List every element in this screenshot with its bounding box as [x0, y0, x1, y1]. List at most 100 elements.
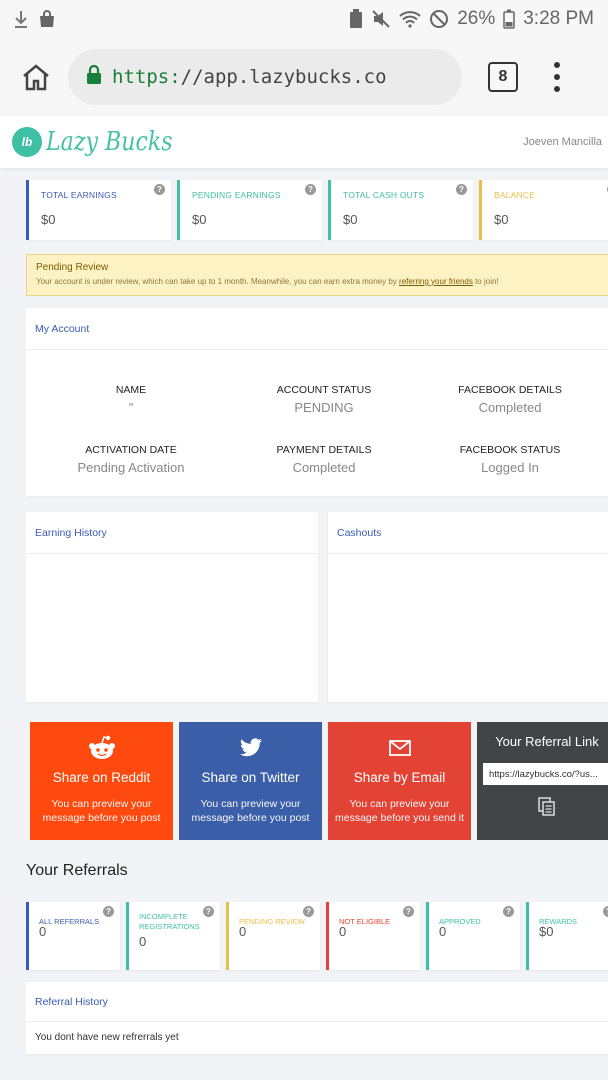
stat-label: PENDING EARNINGS [192, 190, 281, 200]
referral-history-empty: You dont have new refrerrals yet [35, 1032, 179, 1043]
help-icon[interactable]: ? [403, 906, 414, 917]
site-logo[interactable]: lb Lazy Bucks [12, 127, 195, 157]
logo-mark-icon: lb [12, 127, 42, 157]
twitter-icon [179, 734, 322, 762]
help-icon[interactable]: ? [154, 184, 165, 195]
my-account-card: My Account NAME " ACCOUNT STATUS PENDING… [26, 308, 608, 496]
referral-history-card: Referral History You dont have new refre… [26, 982, 608, 1054]
share-options: Share on Reddit You can preview your mes… [30, 722, 608, 840]
card-title: My Account [26, 308, 608, 350]
copy-link-button[interactable] [483, 797, 608, 817]
stat-label: BALANCE [494, 190, 536, 200]
field-label: PAYMENT DETAILS [276, 444, 372, 456]
field-value: Logged In [481, 460, 539, 475]
field-value: " [128, 400, 134, 415]
help-icon[interactable]: ? [305, 184, 316, 195]
share-description: You can preview your message before you … [42, 798, 161, 824]
user-menu[interactable]: Joeven Mancilla [523, 136, 602, 148]
do-not-disturb-icon [429, 9, 449, 29]
earnings-stats: TOTAL EARNINGS $0 ? PENDING EARNINGS $0 … [26, 180, 608, 240]
ref-stat-pending: PENDING REVIEW 0 ? [226, 902, 320, 970]
ref-stat-not-eligible: NOT ELIGIBLE 0 ? [326, 902, 420, 970]
mute-icon [371, 9, 391, 29]
field-value: Pending Activation [77, 460, 185, 475]
reddit-icon [30, 734, 173, 762]
account-field-facebook-details: FACEBOOK DETAILS Completed [412, 384, 608, 416]
dot-icon [554, 62, 560, 68]
share-reddit-button[interactable]: Share on Reddit You can preview your mes… [30, 722, 173, 840]
stat-value: $0 [343, 212, 358, 227]
field-value: Completed [292, 460, 356, 475]
clock-time: 3:28 PM [523, 8, 594, 29]
share-title: Share by Email [353, 770, 446, 785]
copy-icon [538, 797, 555, 816]
browser-toolbar: https://app.lazybucks.co 8 [0, 38, 608, 116]
stat-value: $0 [41, 212, 56, 227]
home-button[interactable] [14, 55, 58, 99]
stat-value: $0 [192, 212, 207, 227]
card-title: Earning History [26, 512, 318, 554]
pending-review-alert: Pending Review Your account is under rev… [26, 254, 608, 296]
referral-link-title: Your Referral Link [495, 734, 599, 749]
account-field-status: ACCOUNT STATUS PENDING [236, 384, 412, 416]
envelope-icon [328, 734, 471, 762]
dot-icon [554, 74, 560, 80]
card-title: Referral History [26, 982, 608, 1022]
home-icon [23, 64, 49, 91]
account-details: NAME " ACCOUNT STATUS PENDING FACEBOOK D… [26, 384, 608, 476]
help-icon[interactable]: ? [203, 906, 214, 917]
overflow-menu-button[interactable] [552, 62, 562, 92]
url-text: //app.lazybucks.co [180, 66, 387, 88]
battery-percent: 26% [457, 8, 496, 29]
field-value: PENDING [294, 400, 354, 415]
logo-text: Lazy Bucks [46, 127, 173, 157]
share-twitter-button[interactable]: Share on Twitter You can preview your me… [179, 722, 322, 840]
stat-label: TOTAL CASH OUTS [343, 190, 425, 200]
url-bar[interactable]: https://app.lazybucks.co [68, 49, 462, 105]
share-title: Share on Twitter [201, 770, 300, 785]
field-label: ACCOUNT STATUS [276, 384, 372, 396]
referral-stats: ALL REFERRALS 0 ? INCOMPLETE REGISTRATIO… [26, 902, 608, 970]
stat-pending-earnings: PENDING EARNINGS $0 ? [177, 180, 322, 240]
ref-stat-all: ALL REFERRALS 0 ? [26, 902, 120, 970]
referral-link-input[interactable]: https://lazybucks.co/?us... [483, 763, 608, 785]
stat-total-cash-outs: TOTAL CASH OUTS $0 ? [328, 180, 473, 240]
ref-stat-incomplete: INCOMPLETE REGISTRATIONS 0 ? [126, 902, 220, 970]
battery-icon [503, 9, 515, 29]
alert-message-suffix: to join! [475, 277, 499, 286]
referrals-heading: Your Referrals [26, 862, 128, 879]
alert-message: Your account is under review, which can … [36, 277, 606, 286]
help-icon[interactable]: ? [503, 906, 514, 917]
field-label: FACEBOOK DETAILS [458, 384, 562, 396]
help-icon[interactable]: ? [603, 906, 608, 917]
account-field-payment-details: PAYMENT DETAILS Completed [236, 444, 412, 476]
refer-friends-link[interactable]: referring your friends [399, 277, 473, 286]
share-title: Share on Reddit [52, 770, 151, 785]
earning-history-card: Earning History [26, 512, 318, 702]
help-icon[interactable]: ? [103, 906, 114, 917]
card-title: Cashouts [328, 512, 608, 554]
account-field-name: NAME " [26, 384, 236, 416]
dashboard-content: TOTAL EARNINGS $0 ? PENDING EARNINGS $0 … [26, 168, 608, 1080]
share-email-button[interactable]: Share by Email You can preview your mess… [328, 722, 471, 840]
field-label: NAME [115, 384, 147, 396]
share-description: You can preview your message before you … [335, 798, 464, 824]
ref-stat-rewards: REWARDS $0 ? [526, 902, 608, 970]
shopping-bag-icon [38, 10, 56, 28]
alert-title: Pending Review [36, 262, 109, 273]
ref-stat-value: 0 [139, 934, 147, 949]
referral-link-panel: Your Referral Link https://lazybucks.co/… [477, 722, 608, 840]
status-bar: 26% 3:28 PM [0, 0, 608, 38]
stat-balance: BALANCE $0 ? [479, 180, 608, 240]
dot-icon [554, 86, 560, 92]
stat-label: TOTAL EARNINGS [41, 190, 117, 200]
tab-switcher-button[interactable]: 8 [488, 62, 518, 92]
account-field-facebook-status: FACEBOOK STATUS Logged In [412, 444, 608, 476]
help-icon[interactable]: ? [303, 906, 314, 917]
cashouts-card: Cashouts [328, 512, 608, 702]
battery-saver-icon [349, 9, 363, 29]
wifi-icon [399, 10, 421, 28]
help-icon[interactable]: ? [456, 184, 467, 195]
field-value: Completed [478, 400, 542, 415]
site-header: lb Lazy Bucks Joeven Mancilla [0, 116, 608, 168]
